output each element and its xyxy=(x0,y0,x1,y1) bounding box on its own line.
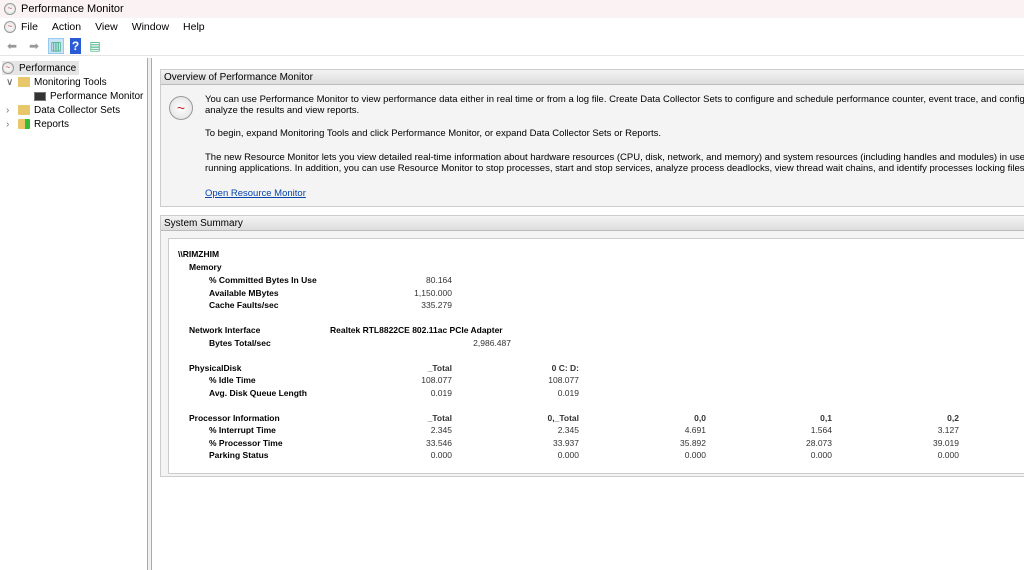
counter-label: % Idle Time xyxy=(209,375,256,385)
counter-value: 0.000 xyxy=(684,450,706,460)
forward-arrow-icon[interactable]: ➡ xyxy=(26,38,42,54)
counter-label: % Interrupt Time xyxy=(209,425,276,435)
monitor-chart-icon xyxy=(34,91,46,101)
counter-value: 1.564 xyxy=(810,425,832,435)
pane-splitter[interactable] xyxy=(148,58,152,570)
system-summary-panel: System Summary \\RIMZHIM Memory % Committe… xyxy=(160,215,1024,477)
tree-item-performance-monitor[interactable]: Performance Monitor xyxy=(34,89,143,103)
counter-value: 28.073 xyxy=(806,437,832,448)
counter-value: 0.000 xyxy=(430,450,452,460)
counter-value: 35.892 xyxy=(680,437,706,448)
system-summary-content: \\RIMZHIM Memory % Committed Bytes In Use 8… xyxy=(168,238,1024,474)
overview-text: running applications. In addition, you c… xyxy=(205,163,1024,174)
back-arrow-icon[interactable]: ⬅ xyxy=(4,38,20,54)
menu-action[interactable]: Action xyxy=(52,21,81,33)
counter-label: Cache Faults/sec xyxy=(209,300,279,310)
console-tree: ~ Performance ∨ Monitoring Tools Perform… xyxy=(0,58,148,570)
folder-icon xyxy=(18,77,30,87)
tree-item-monitoring-tools[interactable]: ∨ Monitoring Tools xyxy=(6,75,107,89)
menu-file[interactable]: File xyxy=(21,21,38,33)
tree-item-data-collector-sets[interactable]: › Data Collector Sets xyxy=(6,103,120,117)
window-title: Performance Monitor xyxy=(21,3,124,15)
counter-value: 2,986.487 xyxy=(473,338,511,348)
counter-value: 0.019 xyxy=(557,387,579,398)
counter-value: 39.019 xyxy=(933,437,959,448)
counter-value: 4.691 xyxy=(684,425,706,435)
counter-value: 108.077 xyxy=(548,375,579,385)
reports-folder-icon xyxy=(18,119,30,129)
section-memory: Memory xyxy=(189,262,222,272)
counter-value: 0.019 xyxy=(430,387,452,398)
network-adapter: Realtek RTL8822CE 802.11ac PCIe Adapter xyxy=(330,325,503,335)
performance-icon: ~ xyxy=(2,62,14,74)
instance-header: _Total xyxy=(427,413,452,423)
counter-label: Bytes Total/sec xyxy=(209,338,271,348)
performance-monitor-icon: ~ xyxy=(169,96,193,120)
show-hide-action-pane-icon[interactable]: ▤ xyxy=(87,38,103,54)
overview-text: To begin, expand Monitoring Tools and cl… xyxy=(205,128,662,139)
tree-item-performance[interactable]: ~ Performance xyxy=(2,61,80,75)
overview-title: Overview of Performance Monitor xyxy=(161,70,1024,85)
instance-header: _Total xyxy=(427,363,452,373)
instance-header: 0,1 xyxy=(820,413,832,423)
chevron-right-icon[interactable]: › xyxy=(6,119,18,130)
counter-value: 1,150.000 xyxy=(414,287,452,298)
instance-header: 0,0 xyxy=(694,413,706,423)
chevron-down-icon[interactable]: ∨ xyxy=(6,77,18,88)
counter-label: % Committed Bytes In Use xyxy=(209,275,317,285)
section-processor: Processor Information xyxy=(189,413,280,423)
counter-value: 0.000 xyxy=(810,450,832,460)
section-network: Network Interface xyxy=(189,325,261,335)
counter-value: 108.077 xyxy=(421,375,452,385)
system-menu-icon[interactable]: ~ xyxy=(4,21,16,33)
tree-item-reports[interactable]: › Reports xyxy=(6,117,69,131)
counter-value: 33.546 xyxy=(426,437,452,448)
counter-value: 33.937 xyxy=(553,437,579,448)
chevron-right-icon[interactable]: › xyxy=(6,105,18,116)
counter-value: 0.000 xyxy=(557,450,579,460)
host-name: \\RIMZHIM xyxy=(178,249,220,259)
details-pane: Overview of Performance Monitor ~ You ca… xyxy=(153,58,1024,570)
counter-value: 2.345 xyxy=(430,425,452,435)
performance-monitor-icon: ~ xyxy=(4,3,16,15)
show-hide-console-tree-icon[interactable]: ▥ xyxy=(48,37,64,54)
system-summary-title: System Summary xyxy=(161,216,1024,231)
counter-value: 80.164 xyxy=(426,275,452,285)
help-icon[interactable]: ? xyxy=(70,37,81,54)
folder-icon xyxy=(18,105,30,115)
menu-bar: ~ File Action View Window Help xyxy=(0,18,1024,36)
counter-label: % Processor Time xyxy=(209,437,283,448)
title-bar: ~ Performance Monitor xyxy=(0,0,1024,18)
counter-value: 0.000 xyxy=(937,450,959,460)
counter-value: 2.345 xyxy=(557,425,579,435)
counter-label: Available MBytes xyxy=(209,287,279,298)
overview-text: analyze the results and view reports. xyxy=(205,105,360,116)
section-disk: PhysicalDisk xyxy=(189,363,242,373)
open-resource-monitor-link[interactable]: Open Resource Monitor xyxy=(205,188,306,199)
instance-header: 0,2 xyxy=(947,413,959,423)
counter-value: 3.127 xyxy=(937,425,959,435)
counter-label: Parking Status xyxy=(209,450,269,460)
menu-help[interactable]: Help xyxy=(183,21,205,33)
instance-header: 0,_Total xyxy=(547,413,580,423)
instance-header: 0 C: D: xyxy=(551,363,579,373)
overview-panel: Overview of Performance Monitor ~ You ca… xyxy=(160,69,1024,207)
toolbar: ⬅ ➡ ▥ ? ▤ xyxy=(0,36,1024,56)
counter-label: Avg. Disk Queue Length xyxy=(209,387,307,398)
menu-window[interactable]: Window xyxy=(132,21,169,33)
menu-view[interactable]: View xyxy=(95,21,118,33)
counter-value: 335.279 xyxy=(421,300,452,310)
